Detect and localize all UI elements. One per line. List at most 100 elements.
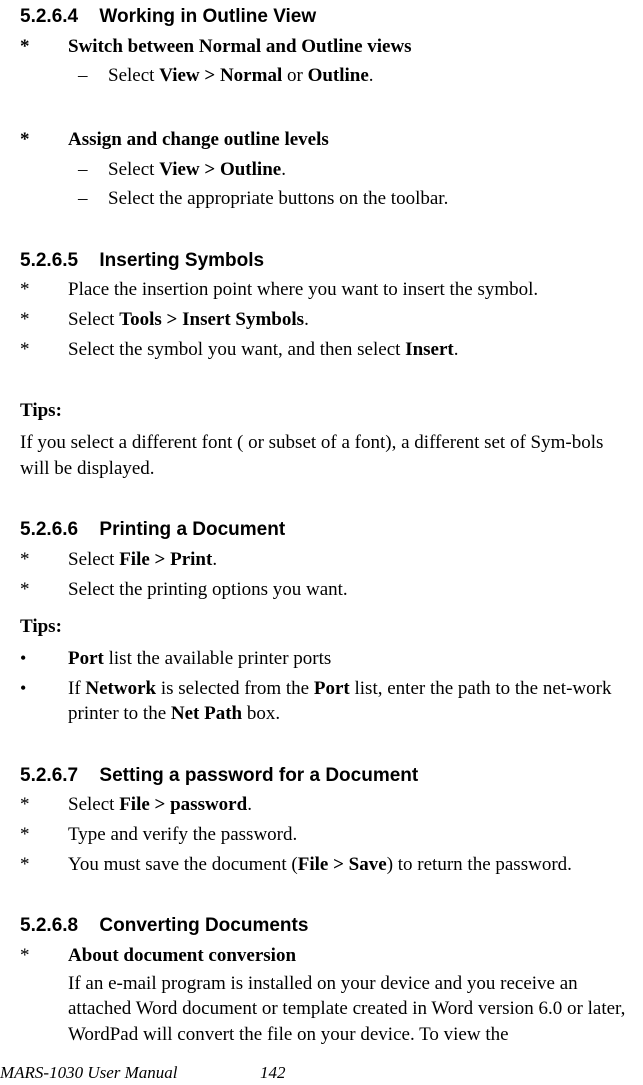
list-text: Select the printing options you want. (68, 577, 629, 603)
section-title: Converting Documents (99, 915, 308, 936)
list-item: * Switch between Normal and Outline view… (20, 34, 629, 60)
tips-heading: Tips: (20, 398, 629, 424)
list-text: Place the insertion point where you want… (68, 277, 629, 303)
bold-text: File > password (119, 794, 247, 815)
list-text: You must save the document (File > Save)… (68, 852, 629, 878)
sub-list-text: Select View > Normal or Outline. (108, 63, 629, 89)
sub-list-text: Select the appropriate buttons on the to… (108, 186, 629, 212)
text: . (212, 549, 217, 570)
section-heading-5264: 5.2.6.4 Working in Outline View (20, 4, 629, 30)
star-bullet: * (20, 34, 68, 60)
sub-list-item: – Select View > Normal or Outline. (78, 63, 629, 89)
section-heading-5268: 5.2.6.8 Converting Documents (20, 913, 629, 939)
text: ) to return the password. (387, 854, 572, 875)
list-item: * About document conversion (20, 943, 629, 969)
text: list the available printer ports (104, 648, 331, 669)
text: . (304, 309, 309, 330)
star-bullet: * (20, 277, 68, 303)
list-text: About document conversion (68, 943, 629, 969)
star-bullet: * (20, 577, 68, 603)
bullet-icon: • (20, 676, 68, 727)
bold-text: View > Normal (159, 65, 282, 86)
star-bullet: * (20, 307, 68, 333)
text: box. (242, 703, 280, 724)
text: Select (108, 65, 159, 86)
bold-text: Outline (308, 65, 369, 86)
bullet-text: Port list the available printer ports (68, 646, 629, 672)
section-heading-5266: 5.2.6.6 Printing a Document (20, 517, 629, 543)
list-text: Switch between Normal and Outline views (68, 34, 629, 60)
sub-list-item: – Select the appropriate buttons on the … (78, 186, 629, 212)
list-item: * Select the symbol you want, and then s… (20, 337, 629, 363)
list-text: Type and verify the password. (68, 822, 629, 848)
bullet-icon: • (20, 646, 68, 672)
text: . (247, 794, 252, 815)
dash-bullet: – (78, 157, 108, 183)
bold-text: Net Path (171, 703, 242, 724)
list-item: * You must save the document (File > Sav… (20, 852, 629, 878)
bold-text: Tools > Insert Symbols (119, 309, 304, 330)
bold-text: About document conversion (68, 945, 296, 966)
text: . (369, 65, 374, 86)
bold-text: Port (314, 678, 350, 699)
sub-list-item: – Select View > Outline. (78, 157, 629, 183)
star-bullet: * (20, 822, 68, 848)
star-bullet: * (20, 547, 68, 573)
section-title: Setting a password for a Document (99, 765, 418, 786)
text: You must save the document ( (68, 854, 298, 875)
tips-heading: Tips: (20, 614, 629, 640)
text: . (281, 159, 286, 180)
section-heading-5265: 5.2.6.5 Inserting Symbols (20, 248, 629, 274)
text: Select (108, 159, 159, 180)
list-item: * Assign and change outline levels (20, 127, 629, 153)
section-title: Inserting Symbols (99, 250, 264, 271)
tips-text: If you select a different font ( or subs… (20, 430, 629, 481)
list-item: * Select Tools > Insert Symbols. (20, 307, 629, 333)
star-bullet: * (20, 852, 68, 878)
section-title: Working in Outline View (99, 6, 316, 27)
list-text: Assign and change outline levels (68, 127, 629, 153)
list-item: * Select the printing options you want. (20, 577, 629, 603)
section-number: 5.2.6.8 (20, 913, 78, 939)
section-title: Printing a Document (99, 519, 285, 540)
footer-title: MARS-1030 User Manual (0, 1062, 260, 1085)
sub-list-text: Select View > Outline. (108, 157, 629, 183)
list-text: Select File > password. (68, 792, 629, 818)
page-footer: MARS-1030 User Manual 142 (0, 1062, 643, 1085)
list-text: Select Tools > Insert Symbols. (68, 307, 629, 333)
star-bullet: * (20, 943, 68, 969)
text: Select (68, 549, 119, 570)
section-number: 5.2.6.5 (20, 248, 78, 274)
star-bullet: * (20, 127, 68, 153)
text: Select the symbol you want, and then sel… (68, 339, 405, 360)
section-number: 5.2.6.6 (20, 517, 78, 543)
section-number: 5.2.6.7 (20, 763, 78, 789)
list-item: * Place the insertion point where you wa… (20, 277, 629, 303)
dash-bullet: – (78, 63, 108, 89)
list-item: * Type and verify the password. (20, 822, 629, 848)
paragraph-text: If an e-mail program is installed on you… (68, 971, 629, 1048)
dash-bullet: – (78, 186, 108, 212)
bullet-item: • If Network is selected from the Port l… (20, 676, 629, 727)
text: Select (68, 309, 119, 330)
bold-text: File > Print (119, 549, 212, 570)
bold-text: Insert (405, 339, 454, 360)
list-text: Select the symbol you want, and then sel… (68, 337, 629, 363)
list-item: * Select File > Print. (20, 547, 629, 573)
bold-text: Network (85, 678, 156, 699)
footer-page-number: 142 (260, 1062, 286, 1085)
section-heading-5267: 5.2.6.7 Setting a password for a Documen… (20, 763, 629, 789)
bullet-text: If Network is selected from the Port lis… (68, 676, 629, 727)
text: If (68, 678, 85, 699)
text: . (454, 339, 459, 360)
text: Select (68, 794, 119, 815)
list-text: Select File > Print. (68, 547, 629, 573)
bold-text: File > Save (298, 854, 387, 875)
bold-text: Port (68, 648, 104, 669)
list-item: * Select File > password. (20, 792, 629, 818)
section-number: 5.2.6.4 (20, 4, 78, 30)
bold-text: View > Outline (159, 159, 281, 180)
star-bullet: * (20, 792, 68, 818)
text: or (282, 65, 307, 86)
bullet-item: • Port list the available printer ports (20, 646, 629, 672)
